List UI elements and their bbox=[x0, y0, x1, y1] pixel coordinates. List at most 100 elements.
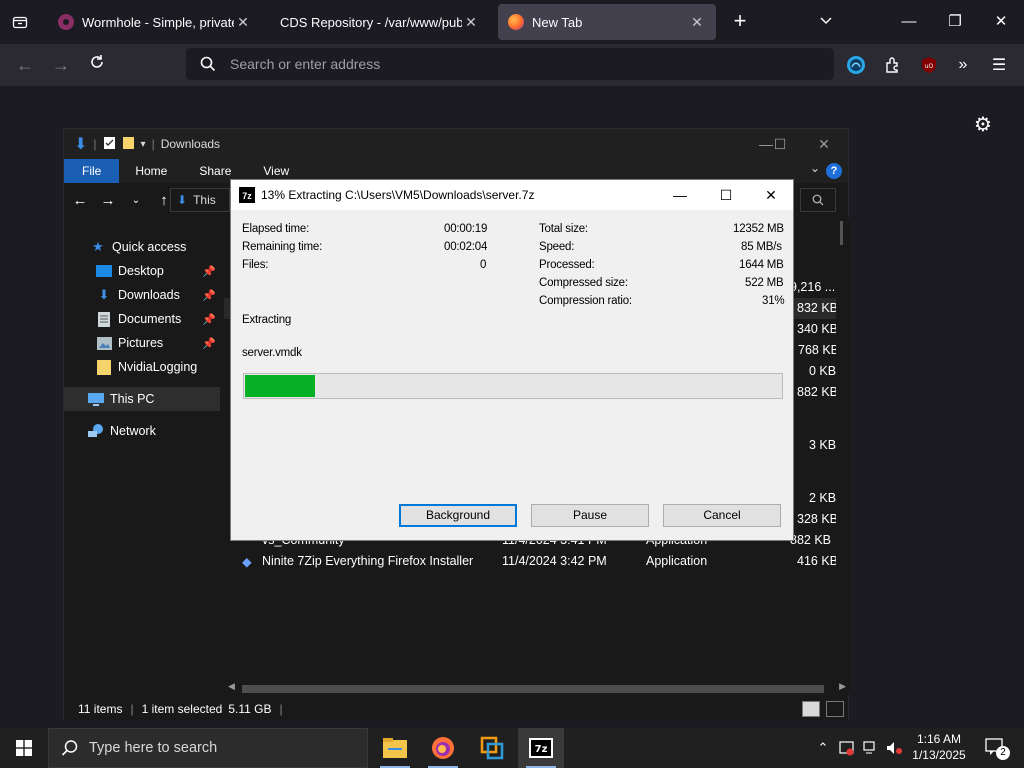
scroll-right-icon[interactable]: ▶ bbox=[839, 681, 846, 692]
scroll-thumb[interactable] bbox=[840, 221, 843, 245]
desktop-icon bbox=[96, 263, 112, 279]
gear-icon[interactable]: ⚙ bbox=[972, 114, 994, 136]
chevron-down-icon[interactable] bbox=[814, 10, 838, 34]
close-icon[interactable]: ✕ bbox=[688, 14, 706, 31]
maximize-button[interactable]: ☐ bbox=[711, 184, 741, 206]
file-type: Application bbox=[646, 554, 708, 568]
close-window-button[interactable]: ✕ bbox=[989, 10, 1013, 34]
chevron-down-icon[interactable]: ⌄ bbox=[810, 161, 820, 175]
folder-icon bbox=[96, 359, 112, 375]
files-label: Files: bbox=[242, 259, 269, 271]
explorer-address-bar[interactable]: ⬇ This bbox=[170, 188, 230, 212]
tab-list-icon[interactable] bbox=[8, 10, 32, 34]
security-tray-icon[interactable] bbox=[836, 728, 858, 768]
sidebar-item-network[interactable]: Network bbox=[64, 419, 220, 443]
wormhole-icon bbox=[58, 14, 74, 30]
sidebar-item-documents[interactable]: Documents 📌 bbox=[64, 307, 220, 331]
explorer-search-box[interactable] bbox=[800, 188, 836, 212]
navigation-pane: ★ Quick access Desktop 📌 ⬇ Downloads 📌 D… bbox=[64, 219, 220, 693]
scroll-left-icon[interactable]: ◀ bbox=[228, 681, 235, 692]
file-explorer-taskbar-icon[interactable] bbox=[372, 728, 418, 768]
notification-center-icon[interactable]: 2 bbox=[984, 736, 1010, 760]
forward-arrow-icon[interactable]: → bbox=[96, 192, 120, 209]
ublock-origin-icon[interactable]: uO bbox=[918, 54, 940, 76]
file-size: 2 KB bbox=[809, 491, 837, 505]
hamburger-menu-icon[interactable]: ☰ bbox=[988, 54, 1010, 76]
tab-new-tab[interactable]: New Tab ✕ bbox=[498, 4, 716, 40]
selection-size: 5.11 GB bbox=[228, 702, 272, 716]
system-clock[interactable]: 1:16 AM 1/13/2025 bbox=[904, 731, 974, 763]
close-button[interactable]: ✕ bbox=[812, 133, 836, 155]
close-icon[interactable]: ✕ bbox=[234, 14, 252, 31]
extensions-icon[interactable] bbox=[882, 54, 904, 76]
recent-locations-icon[interactable]: ⌄ bbox=[124, 195, 148, 206]
sidebar-item-downloads[interactable]: ⬇ Downloads 📌 bbox=[64, 283, 220, 307]
file-size: 882 KB bbox=[797, 385, 839, 399]
elapsed-time-label: Elapsed time: bbox=[242, 223, 310, 235]
tab-cds-repository[interactable]: CDS Repository - /var/www/public ✕ bbox=[270, 4, 490, 40]
file-size: 768 KB bbox=[798, 343, 840, 357]
document-icon bbox=[96, 311, 112, 327]
customize-dropdown-icon[interactable]: ▾ bbox=[141, 139, 146, 150]
help-icon[interactable]: ? bbox=[826, 163, 842, 179]
details-view-icon[interactable] bbox=[802, 701, 820, 717]
forward-arrow-icon[interactable]: → bbox=[48, 52, 74, 78]
windows-start-icon[interactable] bbox=[0, 728, 48, 768]
minimize-button[interactable]: — bbox=[897, 10, 921, 34]
pause-button[interactable]: Pause bbox=[531, 504, 649, 527]
vmware-taskbar-icon[interactable] bbox=[469, 728, 515, 768]
firefox-taskbar-icon[interactable] bbox=[420, 728, 466, 768]
network-tray-icon[interactable] bbox=[860, 728, 882, 768]
back-arrow-icon[interactable]: ← bbox=[12, 52, 38, 78]
pin-icon[interactable]: 📌 bbox=[202, 289, 216, 302]
chevron-up-icon[interactable]: ⌃ bbox=[812, 728, 834, 768]
tab-wormhole[interactable]: Wormhole - Simple, private file ✕ bbox=[48, 4, 262, 40]
sidebar-item-desktop[interactable]: Desktop 📌 bbox=[64, 259, 220, 283]
sidebar-item-pictures[interactable]: Pictures 📌 bbox=[64, 331, 220, 355]
sidebar-item-label: Documents bbox=[118, 312, 182, 326]
pin-icon[interactable]: 📌 bbox=[202, 337, 216, 350]
close-button[interactable]: ✕ bbox=[756, 184, 786, 206]
background-button[interactable]: Background bbox=[399, 504, 517, 527]
reload-icon[interactable] bbox=[84, 52, 110, 78]
new-tab-button[interactable]: + bbox=[728, 10, 752, 34]
total-size-value: 12352 MB bbox=[733, 223, 784, 235]
breadcrumb[interactable]: This bbox=[193, 193, 216, 207]
address-bar[interactable] bbox=[186, 48, 834, 80]
minimize-button[interactable]: — bbox=[665, 184, 695, 206]
maximize-button[interactable]: ☐ bbox=[768, 133, 792, 155]
ribbon-tab-home[interactable]: Home bbox=[119, 159, 183, 183]
taskbar-search-box[interactable]: Type here to search bbox=[48, 728, 368, 768]
horizontal-scrollbar[interactable]: ◀ ▶ bbox=[224, 681, 850, 695]
sidebar-item-this-pc[interactable]: This PC bbox=[64, 387, 220, 411]
sidebar-item-label: Quick access bbox=[112, 240, 187, 254]
close-icon[interactable]: ✕ bbox=[462, 14, 480, 31]
elapsed-time-value: 00:00:19 bbox=[444, 223, 488, 235]
notification-badge: 2 bbox=[996, 746, 1010, 760]
sidebar-item-nvidialogging[interactable]: NvidiaLogging bbox=[64, 355, 220, 379]
restore-button[interactable]: ❐ bbox=[943, 10, 967, 34]
item-count: 11 items bbox=[78, 702, 123, 716]
vertical-scrollbar[interactable] bbox=[836, 217, 850, 683]
account-icon[interactable] bbox=[845, 54, 867, 76]
file-size: 9,216 ... bbox=[790, 280, 836, 294]
properties-icon[interactable] bbox=[103, 136, 116, 153]
back-arrow-icon[interactable]: ← bbox=[68, 192, 92, 209]
pin-icon[interactable]: 📌 bbox=[202, 265, 216, 278]
overflow-menu-icon[interactable]: » bbox=[952, 54, 974, 76]
7zip-taskbar-icon[interactable]: 7z bbox=[518, 728, 564, 768]
table-row[interactable]: ◆ Ninite 7Zip Everything Firefox Install… bbox=[224, 551, 838, 572]
volume-muted-icon[interactable] bbox=[884, 728, 904, 768]
ribbon-tab-file[interactable]: File bbox=[64, 159, 120, 183]
svg-text:uO: uO bbox=[925, 63, 934, 70]
sidebar-item-quick-access[interactable]: ★ Quick access bbox=[64, 235, 220, 259]
large-icons-view-icon[interactable] bbox=[826, 701, 844, 717]
sidebar-item-label: Pictures bbox=[118, 336, 164, 350]
new-folder-icon[interactable] bbox=[122, 136, 135, 153]
cancel-button[interactable]: Cancel bbox=[663, 504, 781, 527]
down-arrow-icon[interactable]: ⬇ bbox=[74, 134, 87, 154]
scroll-thumb[interactable] bbox=[242, 685, 824, 693]
address-input[interactable] bbox=[230, 56, 834, 72]
pin-icon[interactable]: 📌 bbox=[202, 313, 216, 326]
processed-value: 1644 MB bbox=[739, 259, 784, 271]
